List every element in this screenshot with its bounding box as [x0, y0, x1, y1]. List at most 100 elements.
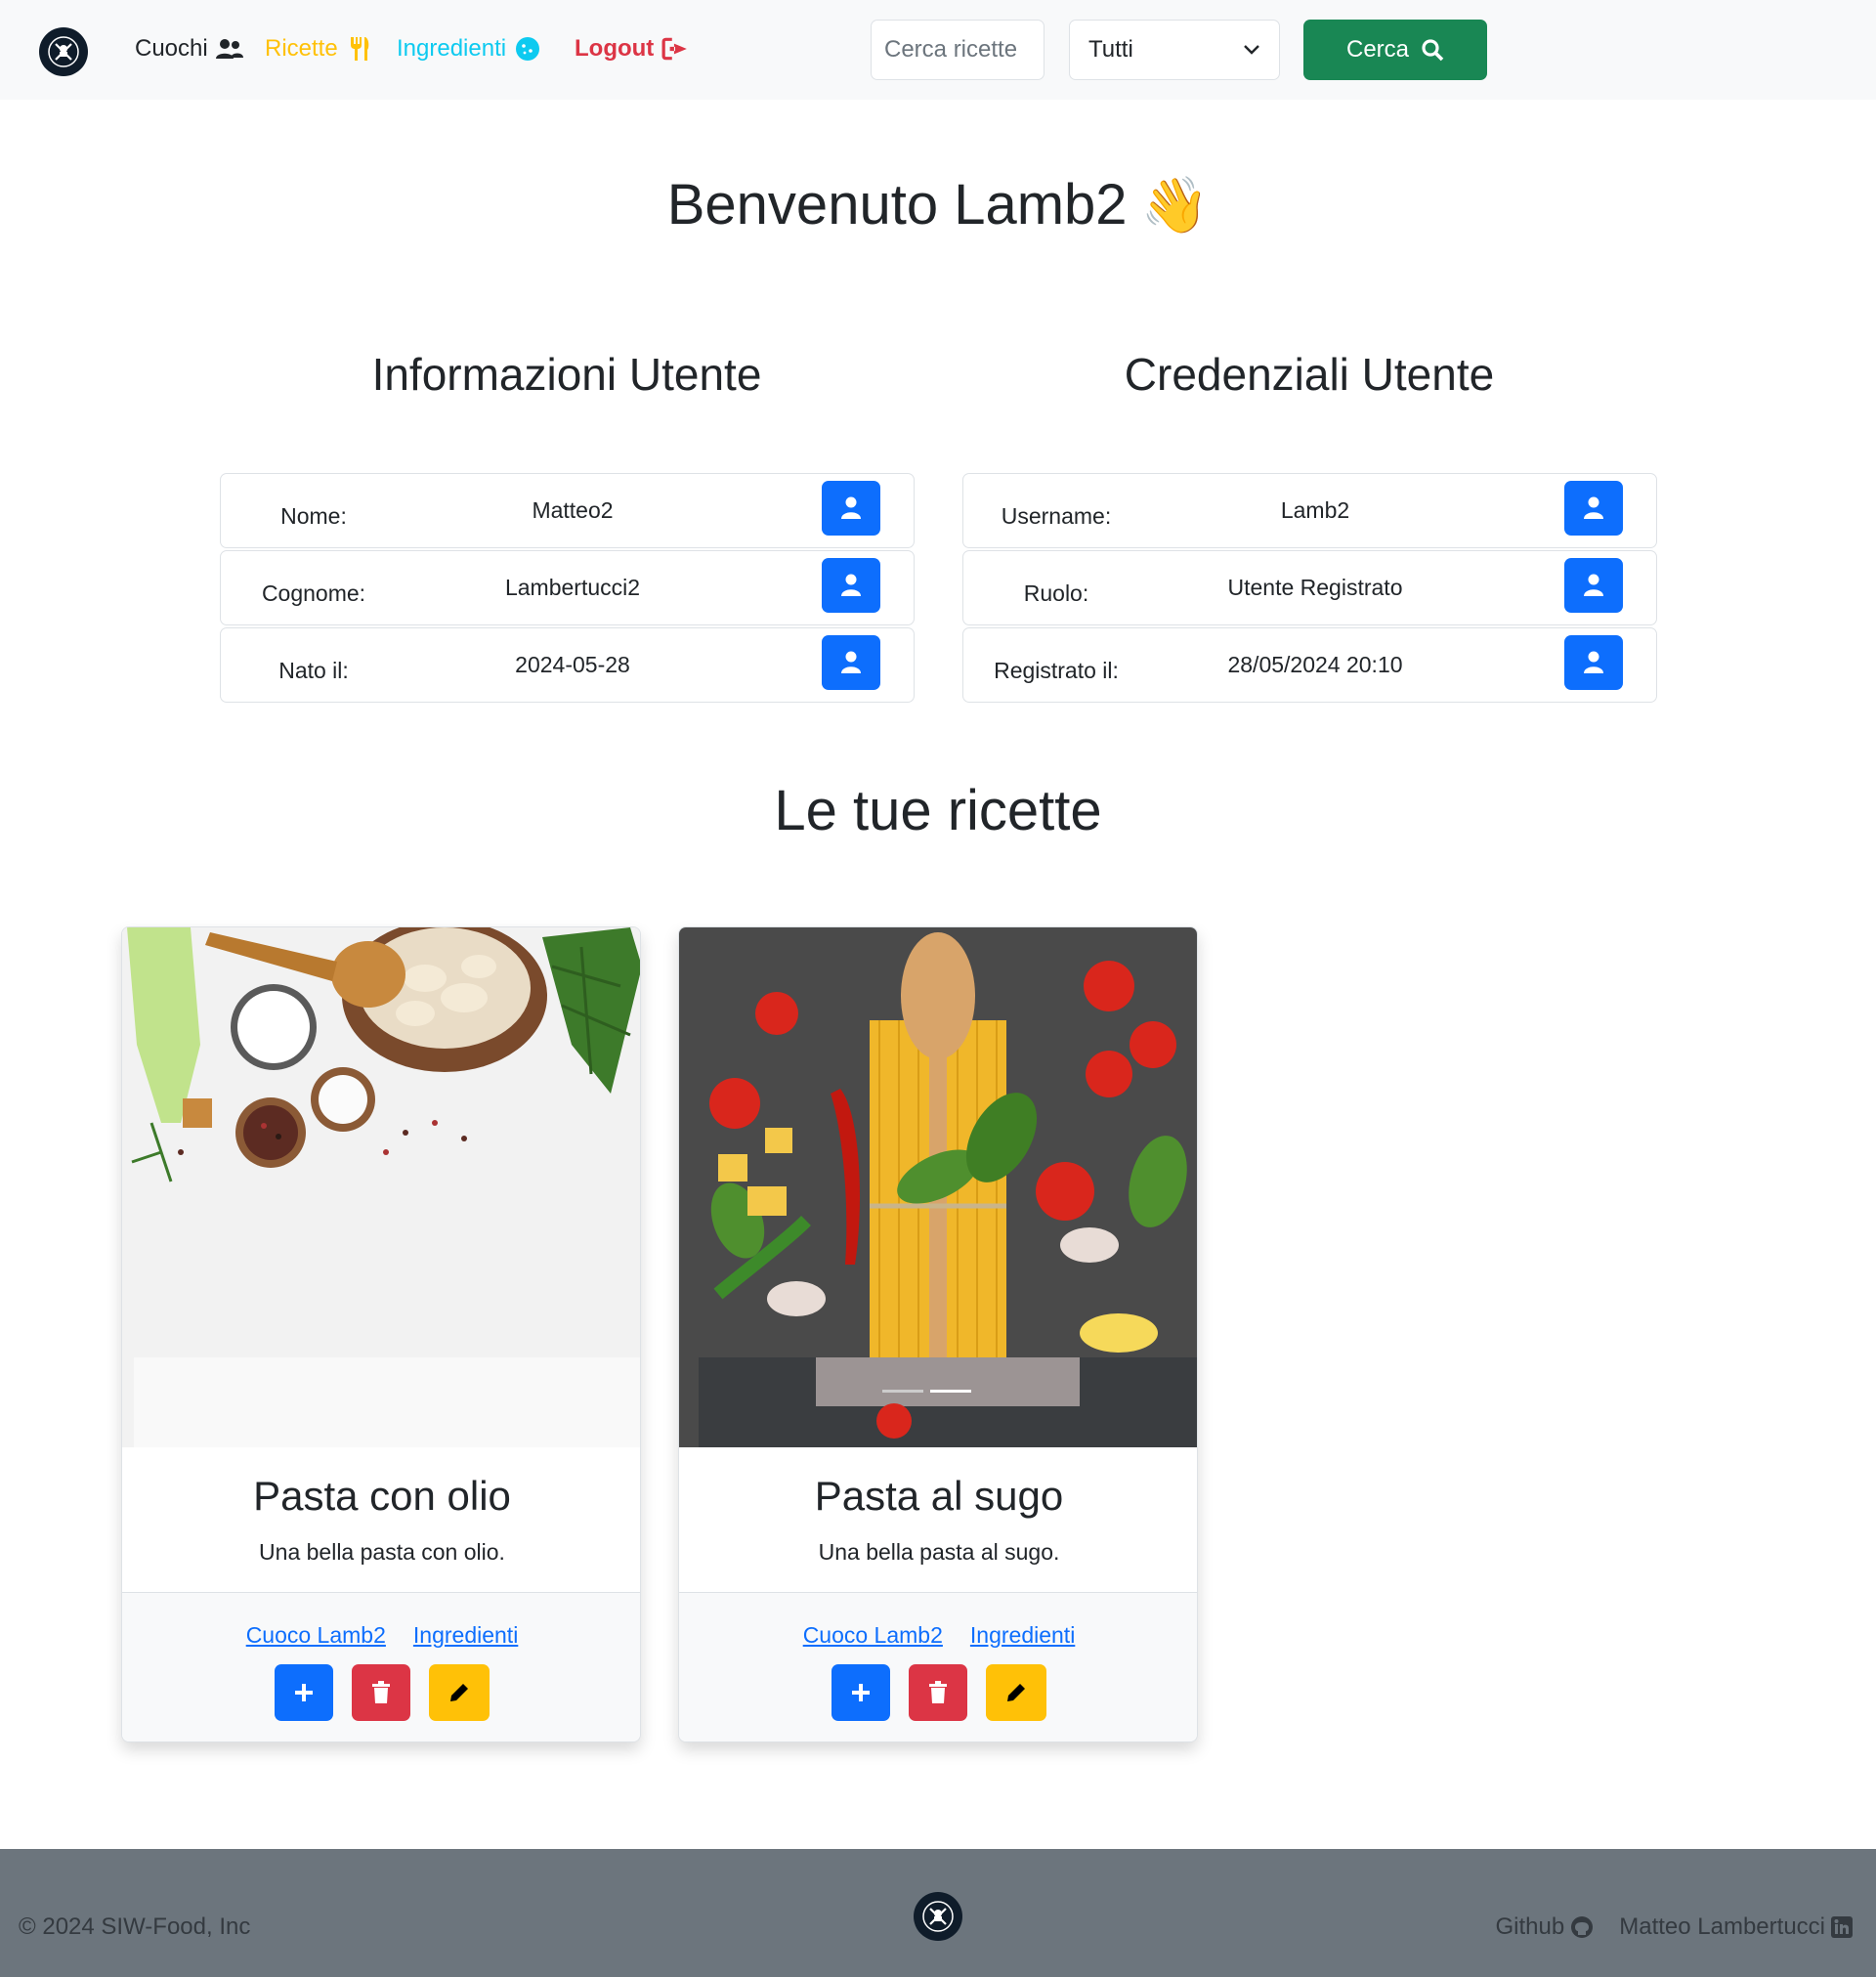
edit-nome-button[interactable]	[822, 481, 880, 536]
user-icon	[1584, 574, 1603, 596]
recipe-image-sugo[interactable]	[679, 927, 1197, 1447]
delete-button[interactable]	[352, 1664, 410, 1721]
edit-username-button[interactable]	[1564, 481, 1623, 536]
trash-icon	[929, 1681, 947, 1703]
add-button[interactable]	[831, 1664, 890, 1721]
recipe-links: Cuoco Lamb2 Ingredienti	[679, 1622, 1197, 1649]
pencil-icon	[1007, 1684, 1025, 1701]
recipe-card: Pasta con olio Una bella pasta con olio.…	[121, 926, 641, 1742]
footer-copyright: © 2024 SIW-Food, Inc	[19, 1913, 251, 1940]
edit-button[interactable]	[986, 1664, 1046, 1721]
category-select[interactable]: Tutti	[1069, 20, 1280, 80]
edit-nascita-button[interactable]	[822, 635, 880, 690]
recipe-actions	[122, 1664, 640, 1721]
recipe-photo	[679, 927, 1197, 1447]
info-row-cognome: Cognome: Lambertucci2	[220, 550, 915, 625]
delete-button[interactable]	[909, 1664, 967, 1721]
user-icon	[1584, 496, 1603, 519]
recipe-actions	[679, 1664, 1197, 1721]
ingredients-link[interactable]: Ingredienti	[970, 1622, 1075, 1648]
info-label: Cognome:	[261, 580, 366, 606]
cred-value: Utente Registrato	[1227, 575, 1403, 600]
edit-ruolo-button[interactable]	[1564, 558, 1623, 613]
cred-row-registrato: Registrato il: 28/05/2024 20:10	[962, 627, 1657, 703]
footer: © 2024 SIW-Food, Inc Github Matteo Lambe…	[0, 1849, 1876, 1977]
cred-label: Username:	[1001, 503, 1112, 529]
info-row-nascita: Nato il: 2024-05-28	[220, 627, 915, 703]
cred-row-ruolo: Ruolo: Utente Registrato	[962, 550, 1657, 625]
linkedin-icon	[1831, 1916, 1853, 1938]
github-icon	[1571, 1916, 1594, 1938]
recipes-title: Le tue ricette	[774, 779, 1102, 842]
edit-cognome-button[interactable]	[822, 558, 880, 613]
search-input[interactable]	[871, 20, 1045, 80]
credentials-title: Credenziali Utente	[1124, 349, 1495, 400]
edit-registrato-button[interactable]	[1564, 635, 1623, 690]
welcome-text: Benvenuto Lamb2	[666, 173, 1128, 236]
utensils-icon	[350, 37, 369, 61]
info-value: Lambertucci2	[504, 575, 641, 600]
sign-out-icon	[661, 37, 688, 61]
info-label: Nato il:	[278, 658, 349, 683]
nav-logout[interactable]: Logout	[575, 35, 689, 63]
recipe-card: Pasta al sugo Una bella pasta al sugo. C…	[678, 926, 1198, 1742]
recipe-links: Cuoco Lamb2 Ingredienti	[122, 1622, 640, 1649]
add-button[interactable]	[275, 1664, 333, 1721]
user-icon	[841, 496, 861, 519]
search-icon	[1422, 39, 1444, 62]
category-select-value: Tutti	[1088, 36, 1133, 63]
linkedin-label: Matteo Lambertucci	[1619, 1913, 1825, 1940]
plus-icon	[295, 1684, 313, 1701]
nav-cuochi-label: Cuochi	[135, 35, 208, 62]
logo[interactable]	[39, 27, 88, 76]
footer-links: Github Matteo Lambertucci	[1496, 1913, 1853, 1941]
plus-icon	[852, 1684, 870, 1701]
wave-emoji: 👋	[1140, 174, 1210, 236]
chevron-down-icon	[1244, 45, 1259, 55]
user-icon	[1584, 651, 1603, 673]
ingredients-link[interactable]: Ingredienti	[413, 1622, 518, 1648]
nav-ricette[interactable]: Ricette	[265, 35, 373, 63]
cook-link[interactable]: Cuoco Lamb2	[246, 1622, 386, 1648]
cred-label: Ruolo:	[1023, 580, 1089, 606]
info-row-nome: Nome: Matteo2	[220, 473, 915, 548]
search-button-label: Cerca	[1345, 36, 1410, 63]
footer-logo[interactable]	[914, 1892, 962, 1941]
recipe-card-footer: Cuoco Lamb2 Ingredienti	[679, 1592, 1197, 1741]
cred-value: Lamb2	[1280, 497, 1350, 523]
search-button[interactable]: Cerca	[1303, 20, 1487, 80]
cookie-icon	[516, 37, 540, 61]
edit-button[interactable]	[429, 1664, 490, 1721]
recipe-image-olio[interactable]	[122, 927, 640, 1447]
nav-ingredienti-label: Ingredienti	[397, 35, 507, 62]
github-label: Github	[1495, 1913, 1565, 1940]
welcome-heading: Benvenuto Lamb2 👋	[0, 172, 1876, 237]
recipe-photo	[122, 927, 640, 1447]
recipe-card-footer: Cuoco Lamb2 Ingredienti	[122, 1592, 640, 1741]
nav-ingredienti[interactable]: Ingredienti	[397, 35, 541, 63]
cook-link[interactable]: Cuoco Lamb2	[803, 1622, 943, 1648]
pencil-icon	[450, 1684, 468, 1701]
info-value: 2024-05-28	[515, 652, 630, 677]
nav-cuochi[interactable]: Cuochi	[135, 35, 243, 63]
recipe-description: Una bella pasta con olio.	[259, 1539, 505, 1565]
recipe-title: Pasta con olio	[253, 1473, 511, 1519]
trash-icon	[372, 1681, 390, 1703]
recipe-description: Una bella pasta al sugo.	[818, 1539, 1060, 1565]
cred-row-username: Username: Lamb2	[962, 473, 1657, 548]
nav-logout-label: Logout	[575, 35, 655, 62]
user-icon	[841, 574, 861, 596]
info-label: Nome:	[280, 503, 347, 529]
chef-logo-icon	[922, 1901, 954, 1932]
cred-label: Registrato il:	[994, 658, 1119, 683]
github-link[interactable]: Github	[1496, 1913, 1595, 1941]
linkedin-link[interactable]: Matteo Lambertucci	[1619, 1913, 1853, 1941]
user-icon	[841, 651, 861, 673]
recipe-title: Pasta al sugo	[814, 1473, 1064, 1519]
cred-value: 28/05/2024 20:10	[1227, 652, 1403, 677]
users-icon	[215, 39, 243, 59]
info-value: Matteo2	[532, 497, 614, 523]
nav-ricette-label: Ricette	[265, 35, 338, 62]
info-title: Informazioni Utente	[371, 349, 762, 400]
chef-logo-icon	[48, 36, 79, 67]
